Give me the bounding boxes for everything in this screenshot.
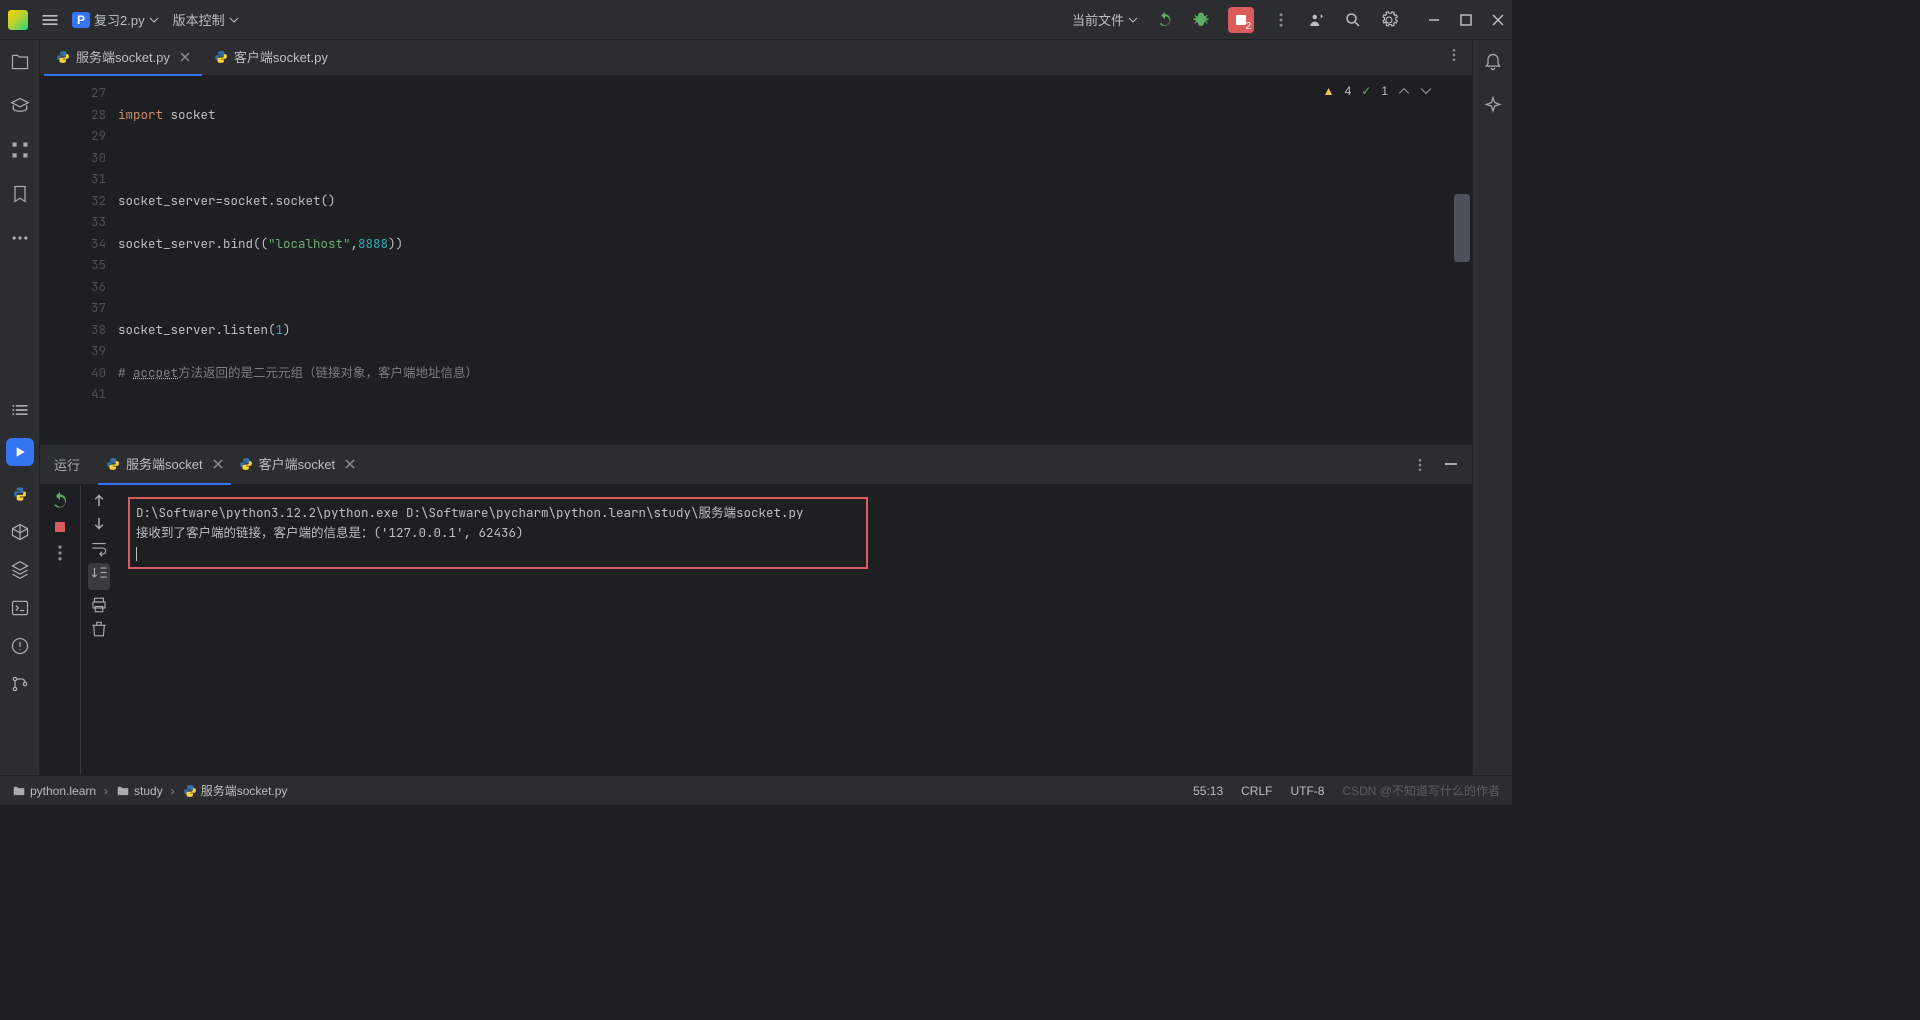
warning-icon: ▲: [1323, 84, 1335, 98]
watermark: CSDN @不知道写什么的作者: [1342, 782, 1500, 799]
chevron-down-icon[interactable]: [149, 15, 159, 25]
line-gutter: 272829303132333435363738394041: [40, 76, 118, 444]
run-tool-icon[interactable]: [6, 438, 34, 466]
project-tool-icon[interactable]: [10, 52, 30, 72]
breadcrumb[interactable]: study: [116, 784, 163, 798]
run-panel-title: 运行: [54, 455, 80, 474]
code-with-me-icon[interactable]: [1308, 11, 1326, 29]
chevron-down-icon[interactable]: [1420, 85, 1432, 97]
up-arrow-icon[interactable]: [90, 491, 108, 509]
breadcrumb[interactable]: 服务端socket.py: [183, 782, 288, 799]
python-file-icon: [56, 50, 70, 64]
run-tab[interactable]: 客户端socket: [231, 445, 364, 485]
problems-tool-icon[interactable]: [10, 636, 30, 656]
scroll-to-end-icon[interactable]: [90, 565, 108, 583]
python-file-icon: [214, 50, 228, 64]
python-file-icon: [106, 457, 120, 471]
more-actions-icon[interactable]: [1272, 11, 1290, 29]
run-more-icon[interactable]: [1412, 457, 1428, 473]
hamburger-menu-icon[interactable]: [40, 10, 60, 30]
bookmark-tool-icon[interactable]: [10, 184, 30, 204]
status-bar: python.learn › study › 服务端socket.py 55:1…: [0, 775, 1512, 805]
run-config-selector[interactable]: 当前文件: [1072, 10, 1138, 29]
maximize-icon[interactable]: [1460, 14, 1472, 26]
rerun-icon[interactable]: [1156, 11, 1174, 29]
settings-icon[interactable]: [1380, 11, 1398, 29]
services-tool-icon[interactable]: [10, 522, 30, 542]
learn-tool-icon[interactable]: [10, 96, 30, 116]
run-tab[interactable]: 服务端socket: [98, 445, 231, 485]
file-encoding[interactable]: UTF-8: [1290, 784, 1324, 798]
ai-assistant-icon[interactable]: [1483, 96, 1503, 116]
stop-icon[interactable]: [50, 517, 70, 537]
notifications-icon[interactable]: [1483, 52, 1503, 72]
python-file-icon: [239, 457, 253, 471]
vcs-tool-icon[interactable]: [10, 674, 30, 694]
python-console-icon[interactable]: [10, 484, 30, 504]
soft-wrap-icon[interactable]: [90, 539, 108, 557]
cursor-position[interactable]: 55:13: [1193, 784, 1223, 798]
code-body[interactable]: import socket socket_server=socket.socke…: [118, 76, 1472, 444]
debug-icon[interactable]: [1192, 11, 1210, 29]
project-badge: P: [72, 12, 90, 28]
run-actions-more-icon[interactable]: [50, 543, 70, 563]
close-run-tab-icon[interactable]: [213, 459, 223, 469]
trash-icon[interactable]: [90, 620, 108, 638]
down-arrow-icon[interactable]: [90, 515, 108, 533]
current-file-name[interactable]: 复习2.py: [94, 10, 145, 29]
structure-tool-icon[interactable]: [10, 140, 30, 160]
breadcrumb[interactable]: python.learn: [12, 784, 96, 798]
tab-label: 客户端socket.py: [234, 47, 328, 66]
tabs-more-icon[interactable]: [1446, 47, 1462, 63]
console-output[interactable]: D:\Software\python3.12.2\python.exe D:\S…: [116, 485, 1472, 775]
close-window-icon[interactable]: [1492, 14, 1504, 26]
code-editor[interactable]: 272829303132333435363738394041 import so…: [40, 76, 1472, 444]
editor-tab[interactable]: 服务端socket.py: [44, 40, 202, 76]
minimize-icon[interactable]: [1428, 14, 1440, 26]
folder-icon: [12, 784, 26, 798]
print-icon[interactable]: [90, 596, 108, 614]
hide-panel-icon[interactable]: [1444, 457, 1458, 471]
stop-button[interactable]: 2: [1228, 7, 1254, 33]
title-bar: P 复习2.py 版本控制 当前文件 2: [0, 0, 1512, 40]
close-tab-icon[interactable]: [180, 52, 190, 62]
right-tool-strip: [1472, 40, 1512, 775]
close-run-tab-icon[interactable]: [345, 459, 355, 469]
more-tools-icon[interactable]: [10, 228, 30, 248]
terminal-tool-icon[interactable]: [10, 598, 30, 618]
search-icon[interactable]: [1344, 11, 1362, 29]
editor-tab[interactable]: 客户端socket.py: [202, 40, 340, 76]
python-file-icon: [183, 784, 197, 798]
line-separator[interactable]: CRLF: [1241, 784, 1272, 798]
vcs-menu[interactable]: 版本控制: [173, 10, 239, 29]
tab-label: 服务端socket.py: [76, 47, 170, 66]
rerun-icon[interactable]: [50, 491, 70, 511]
problems-widget[interactable]: ▲4 ✓1: [1323, 84, 1432, 98]
editor-tabs: 服务端socket.py 客户端socket.py: [40, 40, 1472, 76]
pycharm-logo-icon: [8, 10, 28, 30]
debug-tool-icon[interactable]: [10, 560, 30, 580]
editor-scrollbar[interactable]: [1452, 76, 1472, 444]
folder-icon: [116, 784, 130, 798]
todo-tool-icon[interactable]: [10, 400, 30, 420]
run-panel: 运行 服务端socket 客户端socket: [40, 444, 1472, 775]
chevron-up-icon[interactable]: [1398, 85, 1410, 97]
check-icon: ✓: [1361, 84, 1371, 98]
